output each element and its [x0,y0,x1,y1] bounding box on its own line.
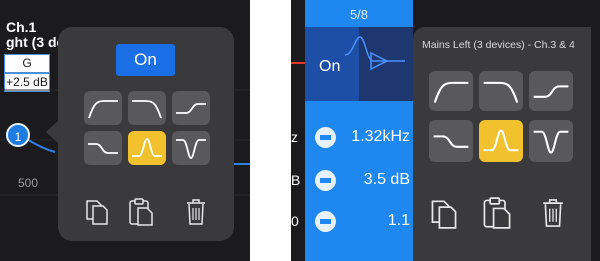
low-shelf-icon [88,143,118,154]
high-shelf-filter-button[interactable] [529,71,573,111]
paste-icon[interactable] [127,197,155,227]
high-shelf-icon [533,85,569,98]
peak-icon [132,138,162,157]
high-pass-filter-button[interactable] [429,71,473,111]
low-pass-icon [132,100,162,119]
low-pass-icon [483,81,519,103]
notch-icon [533,130,569,154]
frequency-param[interactable]: 1.32kHz [315,126,410,150]
eq-panel-left: Ch.1 ght (3 de G +2.5 dB 500 1 On [0,0,250,261]
high-pass-icon [433,81,469,103]
edge-letter-b: B [291,172,301,188]
peak-filter-button[interactable] [479,120,523,162]
trash-icon[interactable] [541,197,565,229]
q-param[interactable]: 1.1 [315,210,410,234]
paste-icon[interactable] [481,195,513,231]
peak-icon [483,129,519,152]
gain-adjust-icon[interactable] [315,170,336,191]
popover-arrow [46,121,58,143]
gain-param[interactable]: 3.5 dB [315,169,410,193]
copy-icon[interactable] [84,198,110,226]
frequency-value: 1.32kHz [351,128,410,145]
gain-value: 3.5 dB [363,171,410,188]
filter-popover-right: Mains Left (3 devices) - Ch.3 & 4 [413,27,591,261]
low-pass-filter-button[interactable] [128,91,166,125]
eq-panel-right: 5/8 On z B 0 1.32kHz 3.5 dB 1.1 Mains Le… [291,0,600,261]
page-indicator: 5/8 [349,7,369,22]
peak-filter-button[interactable] [128,131,166,165]
notch-filter-button[interactable] [172,131,210,165]
popover-title: Mains Left (3 devices) - Ch.3 & 4 [422,39,575,51]
high-pass-filter-button[interactable] [84,91,122,125]
low-shelf-filter-button[interactable] [84,131,122,165]
edge-letter-z: z [291,129,298,145]
high-shelf-icon [176,103,206,114]
low-shelf-icon [433,135,469,148]
q-value: 1.1 [387,212,410,229]
low-pass-filter-button[interactable] [479,71,523,111]
eq-band-node[interactable]: 1 [6,123,30,147]
on-button[interactable]: On [116,44,175,76]
low-shelf-filter-button[interactable] [429,120,473,162]
q-adjust-icon[interactable] [315,211,336,232]
high-shelf-filter-button[interactable] [172,91,210,125]
copy-icon[interactable] [429,197,459,231]
frequency-tick-label: 500 [18,176,39,190]
signal-line [291,62,305,64]
notch-filter-button[interactable] [529,120,573,162]
filter-popover: On [58,27,234,241]
notch-icon [176,139,206,159]
frequency-adjust-icon[interactable] [315,127,336,148]
on-label: On [319,58,341,75]
edge-letter-0: 0 [291,213,299,229]
trash-icon[interactable] [185,198,207,226]
high-pass-icon [88,100,118,119]
